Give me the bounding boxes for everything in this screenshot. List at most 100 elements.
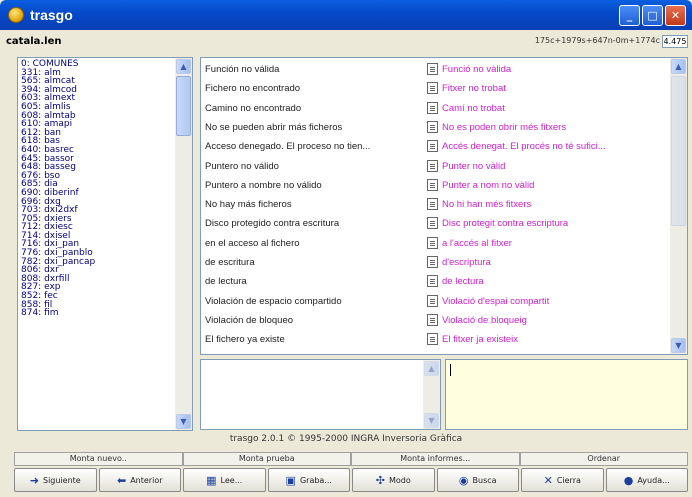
- target-text: Punter a nom no vàlid: [442, 179, 535, 191]
- button-label: Cierra: [556, 475, 581, 485]
- text-caret: [450, 364, 451, 376]
- document-icon: [427, 256, 438, 268]
- source-text: en el acceso al fichero: [205, 237, 300, 249]
- anterior-button[interactable]: ⬅ Anterior: [98, 468, 181, 492]
- source-text: Disco protegido contra escritura: [205, 218, 340, 230]
- source-text: de lectura: [205, 276, 247, 288]
- translation-list[interactable]: Función no válida Funció no vàlida Fichero…: [200, 57, 688, 355]
- translation-row[interactable]: Función no válida Funció no vàlida: [201, 60, 671, 79]
- tab-0[interactable]: Monta nuevo..: [14, 452, 183, 466]
- source-text: Puntero a nombre no válido: [205, 179, 322, 191]
- target-text: Violació d'espai compartit: [442, 295, 550, 307]
- target-text: d'escriptura: [442, 257, 491, 268]
- translation-row[interactable]: en el acceso al fichero a l'accés al fitx…: [201, 234, 671, 253]
- module-list-item[interactable]: 874: fim: [21, 309, 171, 318]
- scroll-thumb[interactable]: [176, 76, 191, 136]
- translation-row[interactable]: Acceso denegado. El proceso no tien... Ac…: [201, 137, 671, 156]
- minimize-button[interactable]: _: [619, 5, 640, 26]
- target-text: El fitxer ja existeix: [442, 334, 519, 346]
- tab-3[interactable]: Ordenar: [519, 452, 688, 466]
- file-counts: 175c+1979s+647n-0m+1774c: [534, 36, 660, 45]
- file-name: catala.len: [6, 36, 62, 47]
- target-text: a l'accés al fitxer: [442, 237, 512, 249]
- toolbar: ➜ Siguiente ⬅ Anterior ▦ Lee... ▣ Graba... ✣ Modo…: [14, 468, 688, 492]
- target-text: Disc protegit contra escriptura: [442, 218, 569, 230]
- translation-row[interactable]: Puntero no válido Punter no vàlid: [201, 157, 671, 176]
- app-icon: [8, 7, 24, 23]
- button-label: Graba...: [299, 475, 332, 485]
- target-text: No hi han més fitxers: [442, 199, 532, 211]
- button-label: Lee...: [220, 475, 243, 485]
- cierra-button[interactable]: ✕ Cierra: [521, 468, 604, 492]
- lee-button[interactable]: ▦ Lee...: [183, 468, 266, 492]
- modo-button[interactable]: ✣ Modo: [352, 468, 435, 492]
- maximize-button[interactable]: □: [642, 5, 663, 26]
- button-label: Modo: [388, 475, 411, 485]
- scroll-down-icon[interactable]: ▼: [671, 338, 686, 353]
- source-edit-scrollbar[interactable]: ▲ ▼: [423, 360, 440, 429]
- close-button[interactable]: ✕: [665, 5, 686, 26]
- target-text: No es poden obrir més fitxers: [442, 121, 567, 133]
- translation-row[interactable]: No hay más ficheros No hi han més fitxers: [201, 195, 671, 214]
- button-label: Anterior: [130, 475, 163, 485]
- scroll-down-icon[interactable]: ▼: [176, 414, 191, 429]
- module-list[interactable]: 0: COMUNES 331: alm 565: almcat 394: almcod…: [17, 57, 193, 431]
- scroll-down-icon[interactable]: ▼: [424, 413, 439, 428]
- source-text: Violación de espacio compartido: [205, 295, 342, 307]
- ayuda-button[interactable]: ● Ayuda...: [605, 468, 688, 492]
- graba-button[interactable]: ▣ Graba...: [267, 468, 350, 492]
- target-text: Camí no trobat: [442, 102, 505, 114]
- document-icon: [427, 101, 438, 114]
- source-edit-box[interactable]: ▲ ▼: [200, 359, 441, 430]
- button-label: Ayuda...: [637, 475, 670, 485]
- arrow-right-icon: ➜: [29, 473, 39, 487]
- module-list-scrollbar[interactable]: ▲ ▼: [175, 58, 192, 430]
- translation-row[interactable]: Violación de espacio compartido Violació …: [201, 292, 671, 311]
- source-text: de escritura: [205, 257, 255, 268]
- translation-row[interactable]: Camino no encontrado Camí no trobat: [201, 99, 671, 118]
- mount-tabs: Monta nuevo.. Monta prueba Monta informes.…: [14, 452, 688, 466]
- translation-list-scrollbar[interactable]: ▲ ▼: [670, 58, 687, 354]
- window-title: trasgo: [30, 7, 73, 23]
- document-icon: [427, 294, 438, 307]
- close-x-icon: ✕: [543, 473, 553, 487]
- document-icon: [427, 217, 438, 230]
- translation-row[interactable]: Puntero a nombre no válido Punter a nom n…: [201, 176, 671, 195]
- source-text: Camino no encontrado: [205, 102, 302, 114]
- source-text: El fichero ya existe: [205, 334, 285, 346]
- module-list-rows: 0: COMUNES 331: alm 565: almcat 394: almcod…: [21, 60, 171, 318]
- counts-field[interactable]: 4.475: [662, 35, 688, 48]
- source-text: Función no válida: [205, 64, 280, 75]
- button-label: Busca: [472, 475, 497, 485]
- siguiente-button[interactable]: ➜ Siguiente: [14, 468, 97, 492]
- target-edit-box[interactable]: [445, 359, 688, 430]
- translation-row[interactable]: No se pueden abrir más ficheros No es pod…: [201, 118, 671, 137]
- translation-row[interactable]: Violación de bloqueo Violació de bloqueig: [201, 311, 671, 330]
- translation-row[interactable]: El fichero ya existe El fitxer ja existei…: [201, 330, 671, 349]
- arrow-left-icon: ⬅: [116, 473, 127, 487]
- tab-1[interactable]: Monta prueba: [182, 452, 351, 466]
- source-text: No se pueden abrir más ficheros: [205, 121, 343, 133]
- tab-2[interactable]: Monta informes...: [351, 452, 520, 466]
- document-icon: [427, 82, 438, 95]
- title-bar: trasgo _ □ ✕: [0, 0, 692, 30]
- source-text: Fichero no encontrado: [205, 83, 301, 95]
- document-icon: [427, 140, 438, 153]
- document-icon: [427, 313, 438, 326]
- busca-button[interactable]: ◉ Busca: [436, 468, 519, 492]
- document-icon: [427, 120, 438, 133]
- scroll-thumb[interactable]: [671, 76, 686, 226]
- scroll-up-icon[interactable]: ▲: [176, 59, 191, 74]
- translation-row[interactable]: de escritura d'escriptura: [201, 253, 671, 272]
- translation-row[interactable]: de lectura de lectura: [201, 272, 671, 291]
- document-icon: [427, 333, 438, 346]
- scroll-up-icon[interactable]: ▲: [424, 361, 439, 376]
- read-icon: ▦: [206, 473, 217, 487]
- scroll-up-icon[interactable]: ▲: [671, 59, 686, 74]
- status-bar: trasgo 2.0.1 © 1995-2000 INGRA Inversori…: [229, 434, 463, 444]
- translation-row[interactable]: Disco protegido contra escritura Disc pro…: [201, 214, 671, 233]
- file-bar: catala.len 175c+1979s+647n-0m+1774c 4.47…: [4, 34, 688, 50]
- translation-row[interactable]: Fichero no encontrado Fitxer no trobat: [201, 79, 671, 98]
- target-text: de lectura: [442, 276, 484, 288]
- target-text: Accés denegat. El procés no té sufici...: [442, 141, 606, 153]
